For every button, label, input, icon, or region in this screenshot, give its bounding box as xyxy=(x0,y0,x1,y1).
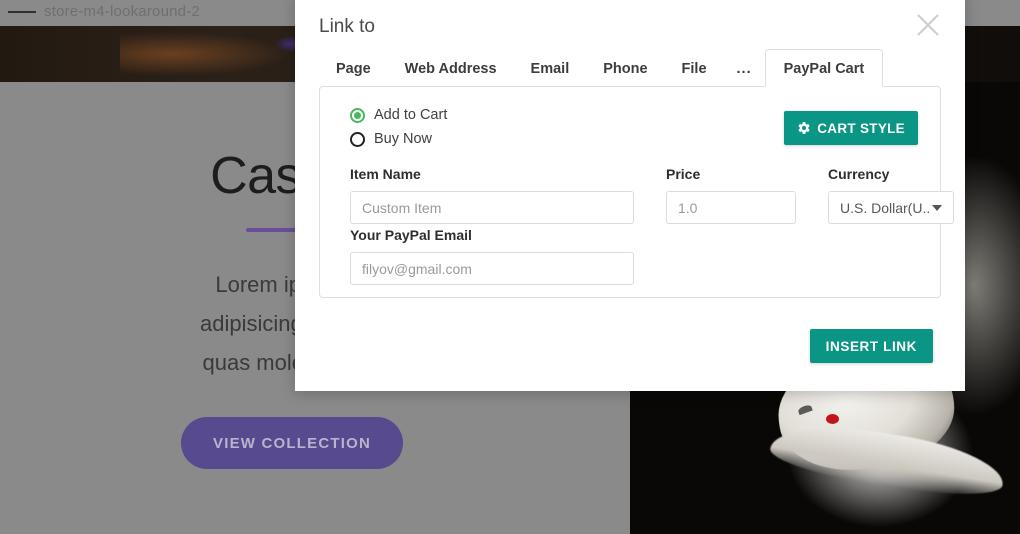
item-name-label: Item Name xyxy=(350,166,421,182)
currency-label: Currency xyxy=(828,166,890,182)
link-type-tabs: Page Web Address Email Phone File ... Pa… xyxy=(319,49,941,87)
cart-mode-radio-group: Add to Cart Buy Now xyxy=(350,107,447,155)
screen: store-m4-lookaround-2 Casual C Lorem ips… xyxy=(0,0,1020,534)
currency-select-value: U.S. Dollar(U.. xyxy=(840,199,931,216)
price-input[interactable] xyxy=(666,191,796,224)
price-label: Price xyxy=(666,166,701,182)
tab-more[interactable]: ... xyxy=(724,49,765,87)
radio-add-to-cart-label: Add to Cart xyxy=(374,107,448,123)
browser-tab-title: store-m4-lookaround-2 xyxy=(44,3,200,20)
close-icon[interactable] xyxy=(911,8,945,42)
item-name-input[interactable] xyxy=(350,191,634,224)
radio-buy-now-label: Buy Now xyxy=(374,131,433,147)
currency-select[interactable]: U.S. Dollar(U.. xyxy=(828,191,954,224)
gear-icon xyxy=(797,121,811,135)
cart-style-button[interactable]: CART STYLE xyxy=(784,111,918,145)
radio-buy-now[interactable]: Buy Now xyxy=(350,131,447,147)
cap-red-accent xyxy=(826,414,839,424)
paypal-email-input[interactable] xyxy=(350,252,634,285)
menu-dash-icon xyxy=(8,11,36,13)
chevron-down-icon xyxy=(932,204,942,211)
paypal-email-label: Your PayPal Email xyxy=(350,227,472,243)
tab-file[interactable]: File xyxy=(665,49,724,87)
radio-add-to-cart-indicator xyxy=(350,107,365,123)
dialog-title: Link to xyxy=(319,16,375,37)
tab-page[interactable]: Page xyxy=(319,49,388,87)
insert-link-button[interactable]: INSERT LINK xyxy=(809,329,933,363)
tab-email[interactable]: Email xyxy=(514,49,587,87)
radio-add-to-cart[interactable]: Add to Cart xyxy=(350,107,447,123)
tab-paypal-cart[interactable]: PayPal Cart xyxy=(764,49,884,87)
view-collection-button[interactable]: VIEW COLLECTION xyxy=(181,417,403,469)
tab-phone[interactable]: Phone xyxy=(586,49,664,87)
tab-web-address[interactable]: Web Address xyxy=(388,49,514,87)
radio-buy-now-indicator xyxy=(350,131,365,147)
paypal-cart-panel: Add to Cart Buy Now CART STYLE Item Name… xyxy=(319,86,954,298)
cart-style-button-label: CART STYLE xyxy=(817,120,905,136)
link-to-dialog: Link to Page Web Address Email Phone Fil… xyxy=(295,0,965,391)
